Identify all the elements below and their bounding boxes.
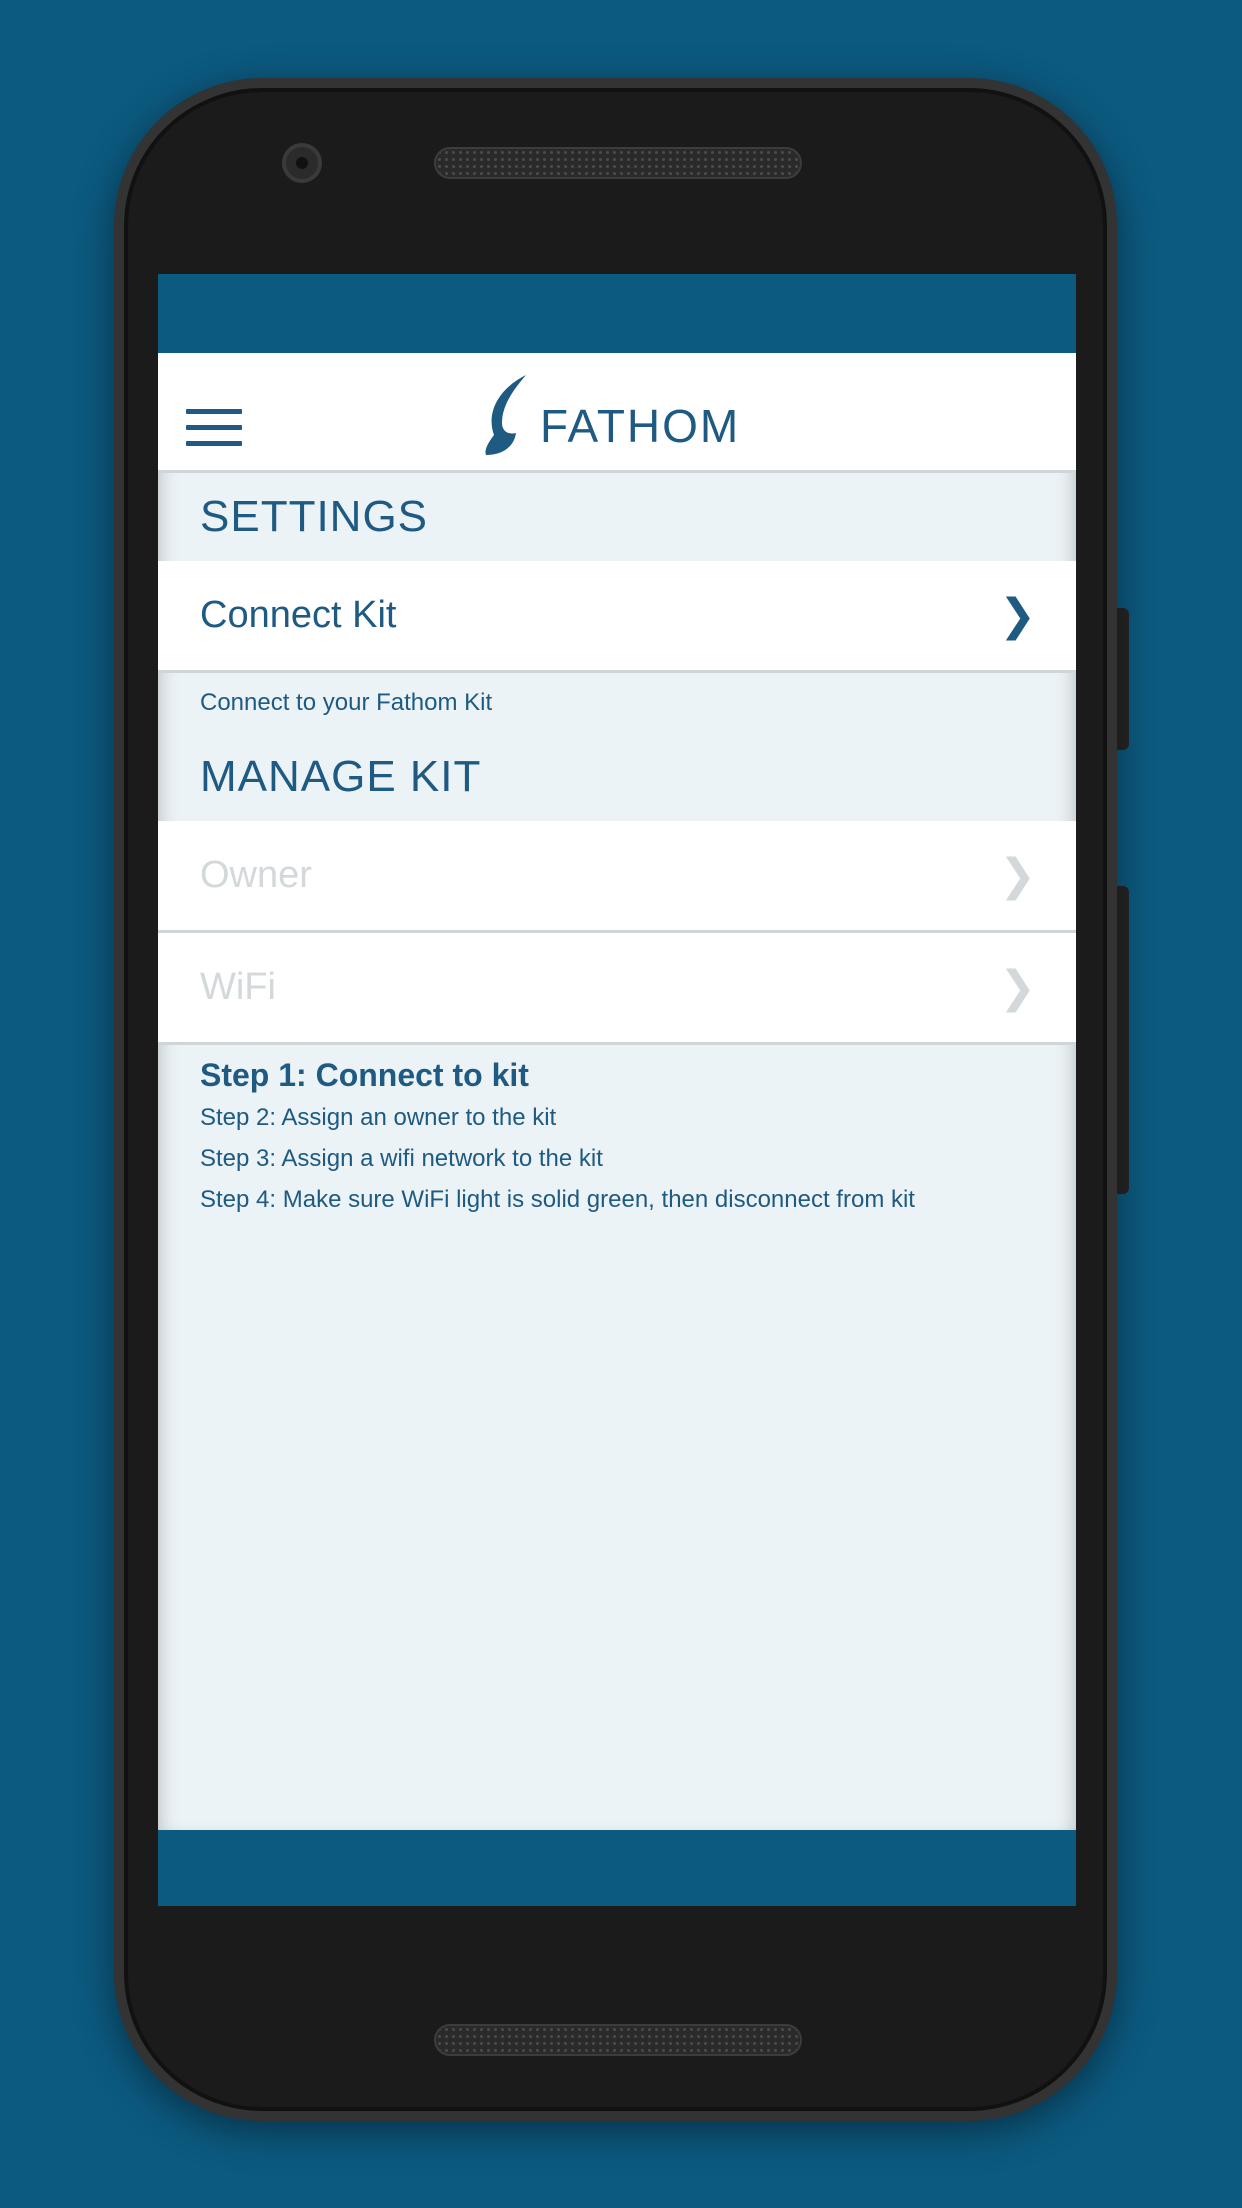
hamburger-menu-icon[interactable] <box>186 409 242 447</box>
app-view: FATHOM SETTINGS Connect Kit ❯ Connect to… <box>158 353 1076 1830</box>
manage-kit-heading: MANAGE KIT <box>200 752 482 801</box>
top-speaker-grille <box>434 147 802 179</box>
setup-steps: Step 1: Connect to kit Step 2: Assign an… <box>158 1045 1076 1220</box>
app-header: FATHOM <box>158 353 1076 473</box>
brand-name: FATHOM <box>540 400 741 452</box>
connect-kit-label: Connect Kit <box>200 594 397 636</box>
step-3: Step 3: Assign a wifi network to the kit <box>200 1145 603 1172</box>
bottom-speaker-grille <box>434 2024 802 2056</box>
owner-row[interactable]: Owner ❯ <box>158 821 1076 933</box>
screenshot-stage: FATHOM SETTINGS Connect Kit ❯ Connect to… <box>0 0 1242 2208</box>
power-button <box>1117 608 1129 750</box>
chevron-right-icon: ❯ <box>999 963 1036 1012</box>
front-camera <box>282 143 322 183</box>
connect-kit-row[interactable]: Connect Kit ❯ <box>158 561 1076 673</box>
step-4: Step 4: Make sure WiFi light is solid gr… <box>200 1186 915 1213</box>
phone-screen: FATHOM SETTINGS Connect Kit ❯ Connect to… <box>158 274 1076 1906</box>
connect-kit-helper-text: Connect to your Fathom Kit <box>200 689 493 716</box>
volume-button <box>1117 886 1129 1194</box>
brand-logo: FATHOM <box>480 373 740 457</box>
wifi-label: WiFi <box>200 966 276 1008</box>
owner-label: Owner <box>200 854 312 896</box>
step-2: Step 2: Assign an owner to the kit <box>200 1104 557 1131</box>
step-1: Step 1: Connect to kit <box>200 1057 529 1093</box>
settings-heading: SETTINGS <box>200 492 429 541</box>
chevron-right-icon: ❯ <box>999 591 1036 640</box>
chevron-right-icon: ❯ <box>999 851 1036 900</box>
feather-logo-icon <box>485 375 526 455</box>
wifi-row[interactable]: WiFi ❯ <box>158 933 1076 1045</box>
